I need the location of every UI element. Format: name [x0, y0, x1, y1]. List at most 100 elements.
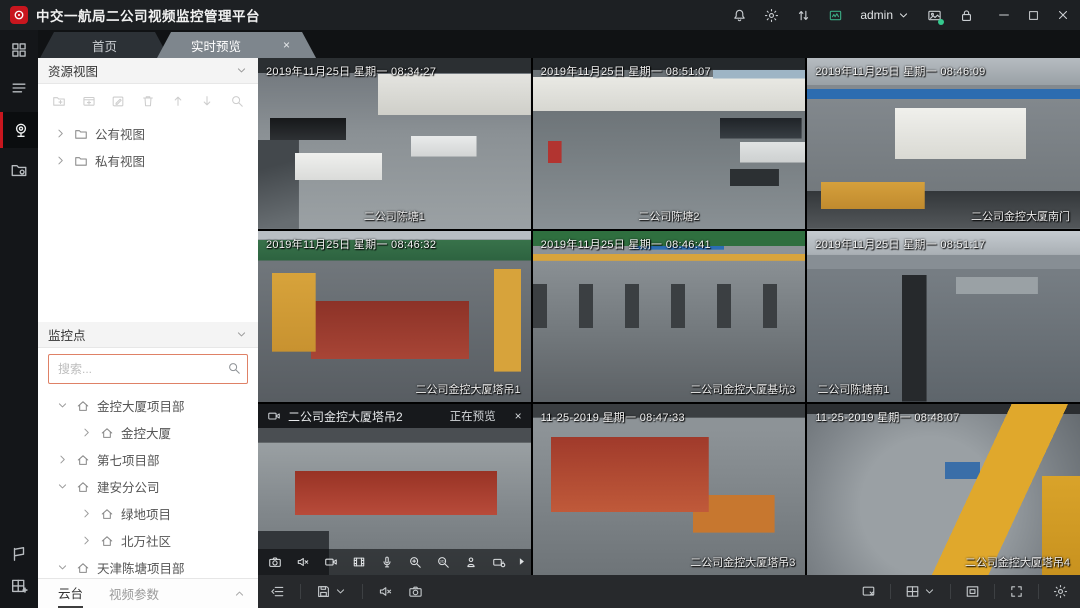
- single-screen-icon[interactable]: [965, 584, 980, 599]
- wall-add-icon[interactable]: [0, 570, 38, 602]
- preview-status: 正在预览: [450, 408, 496, 424]
- apps-icon[interactable]: [0, 34, 38, 66]
- video-tile-4[interactable]: 2019年11月25日 星期一 08:46:32 二公司金控大厦塔吊1: [258, 231, 531, 402]
- tile-close-icon[interactable]: ×: [515, 409, 522, 423]
- chevron-right-icon[interactable]: [80, 507, 93, 520]
- move-up-icon[interactable]: [171, 94, 185, 108]
- transfer-icon[interactable]: [796, 8, 811, 23]
- chevron-down-icon[interactable]: [56, 561, 69, 574]
- video-tile-1[interactable]: 2019年11月25日 星期一 08:34:27 二公司陈塘1: [258, 58, 531, 229]
- capture-status-icon[interactable]: [927, 8, 942, 23]
- app-logo-icon: [10, 6, 28, 24]
- divider: [890, 584, 891, 599]
- monitor-points-header[interactable]: 监控点: [38, 322, 258, 348]
- zoom-3d-icon[interactable]: 3D: [436, 555, 450, 569]
- snapshot-icon[interactable]: [268, 555, 282, 569]
- chevron-right-icon[interactable]: [54, 154, 67, 167]
- timestamp-overlay: 2019年11月25日 星期一 08:34:27: [266, 63, 436, 79]
- chevron-right-icon[interactable]: [80, 534, 93, 547]
- tab-ptz[interactable]: 云台: [58, 580, 83, 608]
- view-add-icon[interactable]: [82, 94, 96, 108]
- tree-item[interactable]: 北万社区: [38, 527, 258, 554]
- mute-icon[interactable]: [296, 555, 310, 569]
- tab-close-icon[interactable]: ×: [283, 38, 290, 52]
- menu-icon[interactable]: [0, 72, 38, 104]
- tree-item-public-views[interactable]: 公有视图: [38, 120, 258, 147]
- search-input[interactable]: [48, 354, 248, 384]
- alarm-flag-icon[interactable]: [0, 538, 38, 570]
- edit-icon[interactable]: [111, 94, 125, 108]
- chevron-down-icon[interactable]: [56, 399, 69, 412]
- tree-item-private-views[interactable]: 私有视图: [38, 147, 258, 174]
- tab-video-params[interactable]: 视频参数: [109, 584, 159, 603]
- chevron-right-icon[interactable]: [80, 426, 93, 439]
- admin-menu[interactable]: admin: [860, 8, 910, 22]
- save-menu[interactable]: [316, 584, 347, 599]
- layout-menu[interactable]: [905, 584, 936, 599]
- close-all-icon[interactable]: [861, 584, 876, 599]
- delete-icon[interactable]: [141, 94, 155, 108]
- maximize-icon[interactable]: [1027, 9, 1040, 22]
- tree-item[interactable]: 天津陈塘项目部: [38, 554, 258, 576]
- folder-config-icon[interactable]: [0, 154, 38, 186]
- video-tile-6[interactable]: 2019年11月25日 星期一 08:51:17 二公司陈塘南1: [807, 231, 1080, 402]
- video-tile-5[interactable]: 2019年11月25日 星期一 08:46:41 二公司金控大厦基坑3: [533, 231, 806, 402]
- video-feed: [807, 404, 1080, 575]
- camera-caption: 二公司陈塘1: [364, 208, 425, 224]
- collapse-panel-icon[interactable]: [233, 587, 246, 600]
- snapshot-all-icon[interactable]: [408, 584, 423, 599]
- video-tile-9[interactable]: 11-25-2019 星期一 08:48:07 二公司金控大厦塔吊4: [807, 404, 1080, 575]
- mic-icon[interactable]: [380, 555, 394, 569]
- record-icon[interactable]: [324, 555, 338, 569]
- video-tile-8[interactable]: 11-25-2019 星期一 08:47:33 二公司金控大厦塔吊3: [533, 404, 806, 575]
- video-tile-3[interactable]: 2019年11月25日 星期一 08:46:09 二公司金控大厦南门: [807, 58, 1080, 229]
- close-icon[interactable]: [1056, 8, 1070, 22]
- folder-icon: [74, 127, 88, 141]
- chevron-right-icon[interactable]: [56, 453, 69, 466]
- camera-rail-icon[interactable]: [0, 112, 38, 148]
- site-icon: [76, 561, 90, 575]
- more-icon[interactable]: [515, 555, 528, 568]
- tab-live-label: 实时预览: [191, 36, 241, 55]
- mute-all-icon[interactable]: [378, 584, 393, 599]
- tree-item[interactable]: 建安分公司: [38, 473, 258, 500]
- settings-icon[interactable]: [1053, 584, 1068, 599]
- search-icon[interactable]: [230, 94, 244, 108]
- divider: [300, 584, 301, 599]
- stream-list-icon[interactable]: [270, 584, 285, 599]
- ptz-config-icon[interactable]: [492, 555, 506, 569]
- tab-bar: 首页 实时预览 ×: [38, 30, 1080, 58]
- tree-item[interactable]: 金控大厦项目部: [38, 392, 258, 419]
- preset-icon[interactable]: [464, 555, 478, 569]
- chevron-right-icon[interactable]: [54, 127, 67, 140]
- minimize-icon[interactable]: [997, 8, 1011, 22]
- tree-item[interactable]: 绿地项目: [38, 500, 258, 527]
- tab-home[interactable]: 首页: [40, 32, 169, 58]
- lock-icon[interactable]: [959, 8, 974, 23]
- layout-grid-icon[interactable]: [905, 584, 920, 599]
- move-down-icon[interactable]: [200, 94, 214, 108]
- save-icon[interactable]: [316, 584, 331, 599]
- video-tile-2[interactable]: 2019年11月25日 星期一 08:51:07 二公司陈塘2: [533, 58, 806, 229]
- titlebar: 中交一航局二公司视频监控管理平台 admin: [0, 0, 1080, 30]
- site-icon: [76, 480, 90, 494]
- tree-item[interactable]: 第七项目部: [38, 446, 258, 473]
- collapse-icon[interactable]: [235, 328, 248, 341]
- playback-icon[interactable]: [352, 555, 366, 569]
- video-stage: 2019年11月25日 星期一 08:34:27 二公司陈塘1 2019年11月…: [258, 58, 1080, 608]
- collapse-icon[interactable]: [235, 64, 248, 77]
- fullscreen-icon[interactable]: [1009, 584, 1024, 599]
- camera-caption: 二公司陈塘2: [638, 208, 699, 224]
- video-tile-7-selected[interactable]: 二公司金控大厦塔吊2 正在预览 × 3D: [258, 404, 531, 575]
- tree-item[interactable]: 金控大厦: [38, 419, 258, 446]
- search-icon[interactable]: [227, 361, 241, 375]
- tab-live-preview[interactable]: 实时预览 ×: [157, 32, 316, 58]
- folder-add-icon[interactable]: [52, 94, 66, 108]
- camera-caption: 二公司金控大厦塔吊3: [690, 554, 795, 570]
- bell-icon[interactable]: [732, 8, 747, 23]
- resource-view-header[interactable]: 资源视图: [38, 58, 258, 84]
- chevron-down-icon[interactable]: [56, 480, 69, 493]
- gear-icon[interactable]: [764, 8, 779, 23]
- zoom-in-icon[interactable]: [408, 555, 422, 569]
- device-status-icon[interactable]: [828, 8, 843, 23]
